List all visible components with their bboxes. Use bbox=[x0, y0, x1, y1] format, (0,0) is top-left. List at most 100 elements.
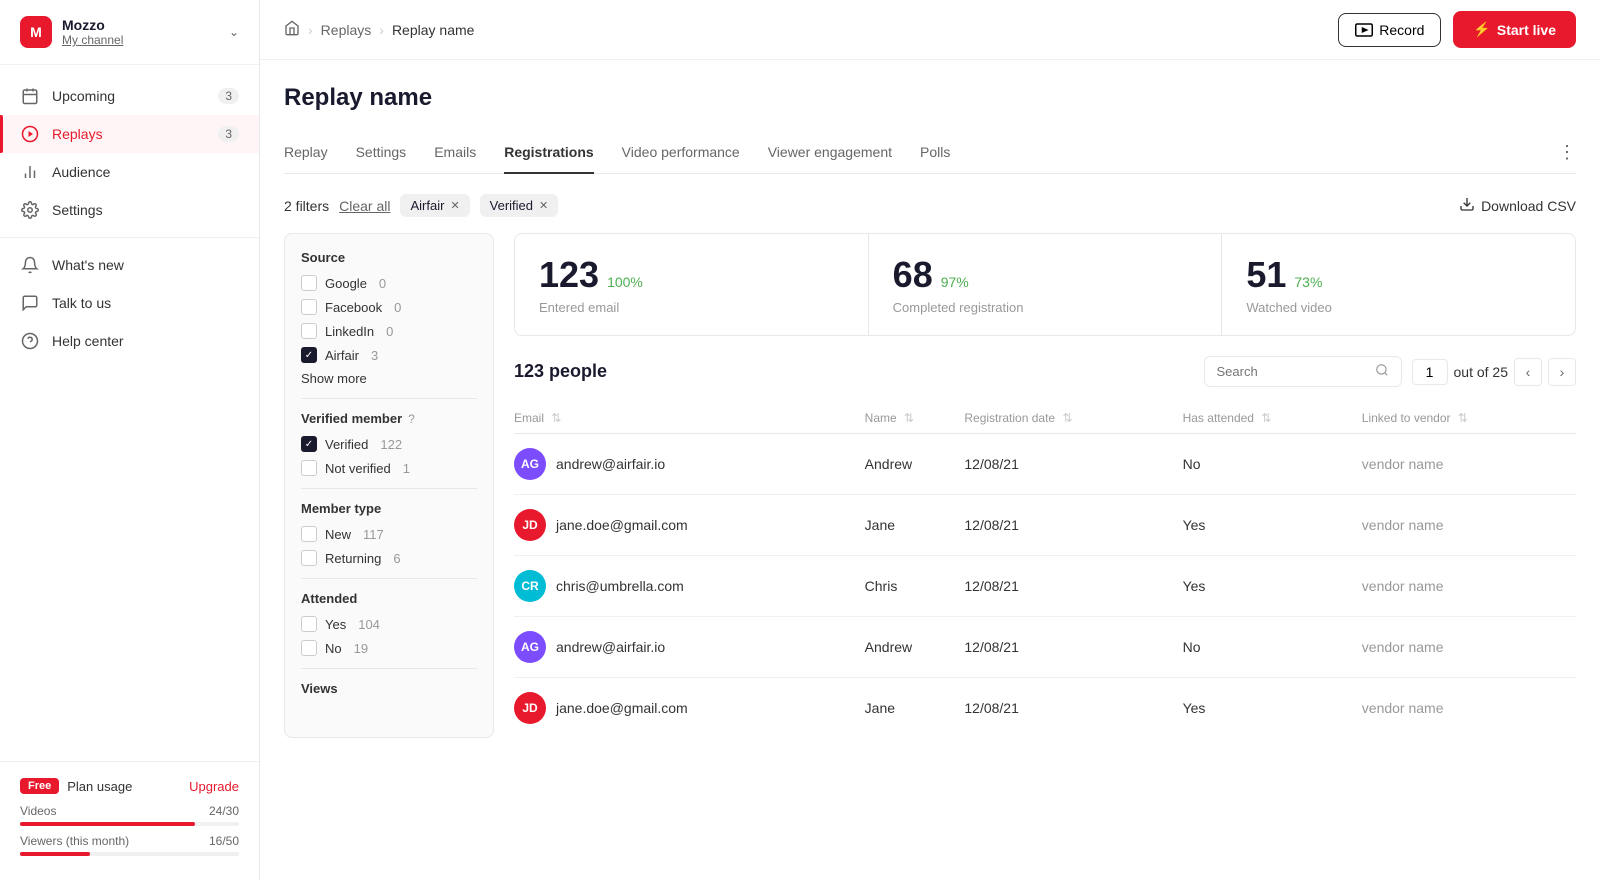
cell-name: Jane bbox=[865, 678, 965, 739]
cell-date: 12/08/21 bbox=[964, 617, 1182, 678]
filter-yes-checkbox[interactable] bbox=[301, 616, 317, 632]
filter-not-verified-opt[interactable]: Not verified 1 bbox=[301, 460, 477, 476]
filter-divider-3 bbox=[301, 578, 477, 579]
table-row[interactable]: AG andrew@airfair.io Andrew 12/08/21 No … bbox=[514, 434, 1576, 495]
stat-entered-number: 123 bbox=[539, 254, 599, 296]
show-more-button[interactable]: Show more bbox=[301, 371, 477, 386]
col-has-attended[interactable]: Has attended ⇅ bbox=[1183, 403, 1362, 434]
table-row[interactable]: AG andrew@airfair.io Andrew 12/08/21 No … bbox=[514, 617, 1576, 678]
next-page-button[interactable]: › bbox=[1548, 358, 1576, 386]
sidebar-user-channel[interactable]: My channel bbox=[62, 33, 123, 47]
filter-new-count: 117 bbox=[363, 527, 384, 542]
breadcrumb-home[interactable] bbox=[284, 20, 300, 39]
breadcrumb-replays[interactable]: Replays bbox=[321, 22, 372, 38]
record-button[interactable]: Record bbox=[1338, 13, 1441, 47]
cell-date: 12/08/21 bbox=[964, 495, 1182, 556]
filter-verified-count: 122 bbox=[380, 437, 402, 452]
cell-vendor: vendor name bbox=[1362, 434, 1576, 495]
filter-yes[interactable]: Yes 104 bbox=[301, 616, 477, 632]
download-csv-label: Download CSV bbox=[1481, 198, 1576, 214]
gear-icon bbox=[20, 201, 40, 219]
filter-facebook-checkbox[interactable] bbox=[301, 299, 317, 315]
sidebar-item-talk[interactable]: Talk to us bbox=[0, 284, 259, 322]
table-row[interactable]: JD jane.doe@gmail.com Jane 12/08/21 Yes … bbox=[514, 495, 1576, 556]
page-input[interactable] bbox=[1412, 359, 1448, 385]
sidebar-item-replays[interactable]: Replays 3 bbox=[0, 115, 259, 153]
registrations-table: Email ⇅ Name ⇅ Registration date ⇅ Has a… bbox=[514, 403, 1576, 738]
help-circle-icon bbox=[20, 332, 40, 350]
filter-tag-airfair: Airfair ✕ bbox=[400, 194, 469, 217]
filter-facebook[interactable]: Facebook 0 bbox=[301, 299, 477, 315]
clear-all-button[interactable]: Clear all bbox=[339, 198, 390, 214]
filter-verified-checkbox[interactable] bbox=[301, 436, 317, 452]
upgrade-button[interactable]: Upgrade bbox=[189, 779, 239, 794]
filter-returning-checkbox[interactable] bbox=[301, 550, 317, 566]
filter-google[interactable]: Google 0 bbox=[301, 275, 477, 291]
more-options-icon[interactable]: ⋮ bbox=[1558, 142, 1576, 163]
filter-airfair-label: Airfair bbox=[325, 348, 359, 363]
stats-and-table: 123 100% Entered email 68 97% Completed … bbox=[514, 233, 1576, 738]
stats-row: 123 100% Entered email 68 97% Completed … bbox=[514, 233, 1576, 336]
sidebar-item-whats-new[interactable]: What's new bbox=[0, 246, 259, 284]
filter-verified-opt[interactable]: Verified 122 bbox=[301, 436, 477, 452]
filter-airfair[interactable]: Airfair 3 bbox=[301, 347, 477, 363]
tab-replay[interactable]: Replay bbox=[284, 132, 328, 174]
filter-member-type-title: Member type bbox=[301, 501, 477, 516]
filter-linkedin-checkbox[interactable] bbox=[301, 323, 317, 339]
chevron-down-icon[interactable]: ⌄ bbox=[229, 25, 239, 39]
stat-watched-label: Watched video bbox=[1246, 300, 1551, 315]
filter-tag-airfair-close[interactable]: ✕ bbox=[450, 199, 459, 212]
videos-value: 24/30 bbox=[209, 804, 239, 818]
filter-new[interactable]: New 117 bbox=[301, 526, 477, 542]
viewers-progress-bar bbox=[20, 852, 239, 856]
filter-returning-count: 6 bbox=[393, 551, 400, 566]
filter-linkedin-count: 0 bbox=[386, 324, 393, 339]
tab-polls[interactable]: Polls bbox=[920, 132, 950, 174]
tab-emails[interactable]: Emails bbox=[434, 132, 476, 174]
filter-new-label: New bbox=[325, 527, 351, 542]
filter-no[interactable]: No 19 bbox=[301, 640, 477, 656]
filter-linkedin[interactable]: LinkedIn 0 bbox=[301, 323, 477, 339]
download-csv-button[interactable]: Download CSV bbox=[1459, 196, 1576, 215]
sidebar-item-audience-label: Audience bbox=[52, 164, 239, 180]
filter-google-checkbox[interactable] bbox=[301, 275, 317, 291]
sidebar-item-settings[interactable]: Settings bbox=[0, 191, 259, 229]
filter-tag-verified-close[interactable]: ✕ bbox=[539, 199, 548, 212]
filter-returning[interactable]: Returning 6 bbox=[301, 550, 477, 566]
filter-tag-verified: Verified ✕ bbox=[480, 194, 559, 217]
prev-page-button[interactable]: ‹ bbox=[1514, 358, 1542, 386]
filter-divider-4 bbox=[301, 668, 477, 669]
sidebar-item-audience[interactable]: Audience bbox=[0, 153, 259, 191]
sidebar-header: M Mozzo My channel ⌄ bbox=[0, 0, 259, 65]
email-value: andrew@airfair.io bbox=[556, 639, 665, 655]
cell-email: AG andrew@airfair.io bbox=[514, 617, 865, 678]
filter-not-verified-label: Not verified bbox=[325, 461, 391, 476]
col-registration-date[interactable]: Registration date ⇅ bbox=[964, 403, 1182, 434]
tabs: Replay Settings Emails Registrations Vid… bbox=[284, 132, 1576, 174]
sidebar-divider bbox=[0, 237, 259, 238]
stat-entered-pct: 100% bbox=[607, 274, 643, 290]
table-row[interactable]: CR chris@umbrella.com Chris 12/08/21 Yes… bbox=[514, 556, 1576, 617]
col-email[interactable]: Email ⇅ bbox=[514, 403, 865, 434]
tab-settings[interactable]: Settings bbox=[356, 132, 407, 174]
sidebar-item-help[interactable]: Help center bbox=[0, 322, 259, 360]
filter-new-checkbox[interactable] bbox=[301, 526, 317, 542]
tab-registrations[interactable]: Registrations bbox=[504, 132, 593, 174]
page-total: out of 25 bbox=[1454, 364, 1509, 380]
verified-help-icon[interactable]: ? bbox=[408, 412, 415, 426]
filter-not-verified-checkbox[interactable] bbox=[301, 460, 317, 476]
col-linked-to-vendor[interactable]: Linked to vendor ⇅ bbox=[1362, 403, 1576, 434]
start-live-button[interactable]: ⚡ Start live bbox=[1453, 11, 1576, 48]
cell-name: Jane bbox=[865, 495, 965, 556]
topbar-actions: Record ⚡ Start live bbox=[1338, 11, 1576, 48]
filter-verified-title: Verified member bbox=[301, 411, 402, 426]
col-name[interactable]: Name ⇅ bbox=[865, 403, 965, 434]
breadcrumb: › Replays › Replay name bbox=[284, 20, 474, 39]
table-row[interactable]: JD jane.doe@gmail.com Jane 12/08/21 Yes … bbox=[514, 678, 1576, 739]
filter-no-checkbox[interactable] bbox=[301, 640, 317, 656]
tab-video-performance[interactable]: Video performance bbox=[622, 132, 740, 174]
sidebar-item-upcoming[interactable]: Upcoming 3 bbox=[0, 77, 259, 115]
filter-airfair-checkbox[interactable] bbox=[301, 347, 317, 363]
search-input[interactable] bbox=[1217, 364, 1367, 379]
tab-viewer-engagement[interactable]: Viewer engagement bbox=[768, 132, 892, 174]
